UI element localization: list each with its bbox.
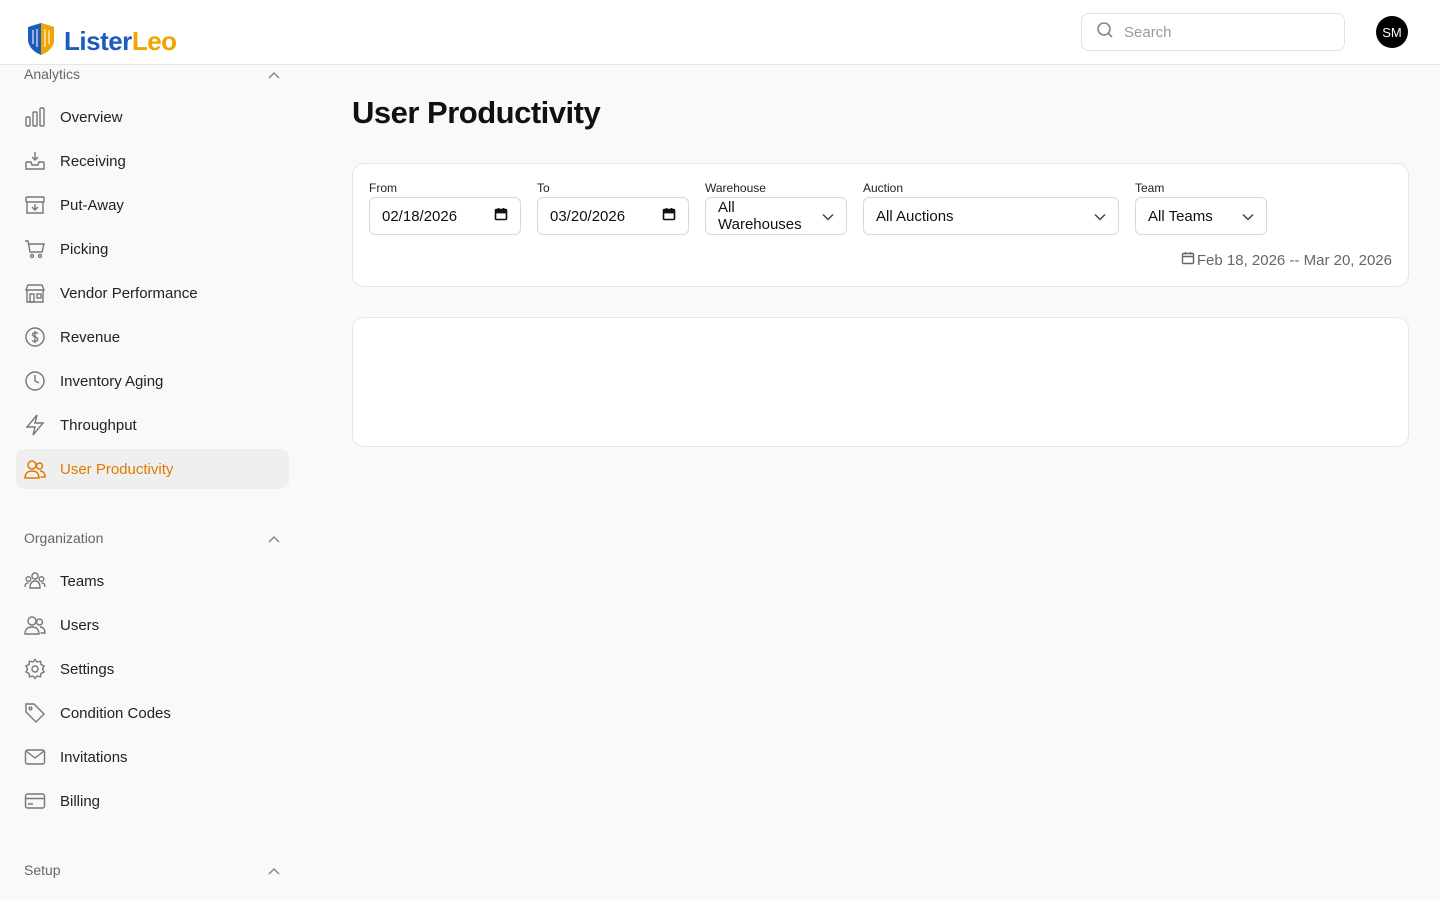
sidebar-item-receiving[interactable]: Receiving [16,141,289,181]
date-range-summary: Feb 18, 2026 -- Mar 20, 2026 [1181,251,1392,269]
from-date-value: 02/18/2026 [382,207,458,225]
avatar[interactable]: SM [1376,16,1408,48]
inbox-download-icon [24,150,46,172]
team-icon [24,570,46,592]
cart-icon [24,238,46,260]
chevron-up-icon [268,66,280,82]
team-value: All Teams [1148,207,1213,225]
chevron-down-icon [1242,208,1254,225]
section-analytics-header[interactable]: Analytics [24,65,280,84]
calendar-icon[interactable] [494,207,508,225]
archive-icon [24,194,46,216]
users-icon [24,614,46,636]
page-title: User Productivity [352,95,601,130]
sidebar-item-overview[interactable]: Overview [16,97,289,137]
team-field: Team All Teams [1135,181,1267,235]
mail-icon [24,746,46,768]
auction-select[interactable]: All Auctions [863,197,1119,235]
bolt-icon [24,414,46,436]
section-title: Setup [24,862,61,878]
sidebar-item-label: Users [60,616,100,634]
from-date-input[interactable]: 02/18/2026 [369,197,521,235]
sidebar-item-picking[interactable]: Picking [16,229,289,269]
sidebar-item-throughput[interactable]: Throughput [16,405,289,445]
sidebar-item-label: Settings [60,660,115,678]
credit-card-icon [24,790,46,812]
date-range-text: Feb 18, 2026 -- Mar 20, 2026 [1196,251,1392,269]
sidebar-item-put-away[interactable]: Put-Away [16,185,289,225]
sidebar-item-label: Teams [60,572,105,590]
sidebar-item-vendor-performance[interactable]: Vendor Performance [16,273,289,313]
store-icon [24,282,46,304]
sidebar-item-label: Inventory Aging [60,372,164,390]
sidebar-item-condition-codes[interactable]: Condition Codes [16,693,289,733]
to-date-field: To 03/20/2026 [537,181,689,235]
sidebar-item-label: Throughput [60,416,137,434]
sidebar-item-label: Put-Away [60,196,124,214]
to-date-input[interactable]: 03/20/2026 [537,197,689,235]
to-label: To [537,181,550,195]
sidebar-item-label: Condition Codes [60,704,171,722]
to-date-value: 03/20/2026 [550,207,626,225]
sidebar-item-teams[interactable]: Teams [16,561,289,601]
warehouse-label: Warehouse [705,181,766,195]
sidebar-item-users[interactable]: Users [16,605,289,645]
results-panel [352,317,1409,447]
search-icon [1096,21,1114,44]
sidebar-item-inventory-aging[interactable]: Inventory Aging [16,361,289,401]
sidebar-item-label: User Productivity [60,460,174,478]
sidebar-item-label: Overview [60,108,123,126]
users-icon [24,458,46,480]
calendar-icon[interactable] [662,207,676,225]
brand-name: ListerLeo [64,26,177,56]
chevron-down-icon [1094,208,1106,225]
sidebar-item-label: Picking [60,240,109,258]
from-label: From [369,181,397,195]
shield-logo-icon [24,22,58,61]
chevron-up-icon [268,862,280,878]
top-bar: ListerLeo SM [0,0,1440,65]
sidebar-item-revenue[interactable]: Revenue [16,317,289,357]
brand-logo[interactable]: ListerLeo [24,22,177,61]
chevron-down-icon [822,208,834,225]
section-setup-header[interactable]: Setup [24,860,280,880]
filter-panel: From 02/18/2026 To 03/20/2026 Warehouse … [352,163,1409,287]
sidebar-item-label: Invitations [60,748,128,766]
sidebar-item-settings[interactable]: Settings [16,649,289,689]
search-box[interactable] [1081,13,1345,51]
calendar-icon [1181,251,1195,269]
auction-label: Auction [863,181,904,195]
bar-chart-icon [24,106,46,128]
sidebar-item-label: Vendor Performance [60,284,198,302]
sidebar-item-invitations[interactable]: Invitations [16,737,289,777]
clock-icon [24,370,46,392]
from-date-field: From 02/18/2026 [369,181,521,235]
sidebar-item-label: Receiving [60,152,126,170]
gear-icon [24,658,46,680]
search-input[interactable] [1124,23,1324,41]
section-title: Organization [24,530,104,546]
auction-field: Auction All Auctions [863,181,1119,235]
warehouse-select[interactable]: All Warehouses [705,197,847,235]
chevron-up-icon [268,530,280,546]
tag-icon [24,702,46,724]
section-title: Analytics [24,66,81,82]
sidebar-item-user-productivity[interactable]: User Productivity [16,449,289,489]
sidebar-item-billing[interactable]: Billing [16,781,289,821]
warehouse-value: All Warehouses [718,199,802,233]
warehouse-field: Warehouse All Warehouses [705,181,847,235]
sidebar-item-label: Revenue [60,328,121,346]
sidebar: Analytics Overview Receiving Put-Away Pi… [0,65,305,900]
team-label: Team [1135,181,1165,195]
sidebar-item-label: Billing [60,792,101,810]
auction-value: All Auctions [876,207,954,225]
team-select[interactable]: All Teams [1135,197,1267,235]
section-organization-header[interactable]: Organization [24,528,280,548]
dollar-circle-icon [24,326,46,348]
